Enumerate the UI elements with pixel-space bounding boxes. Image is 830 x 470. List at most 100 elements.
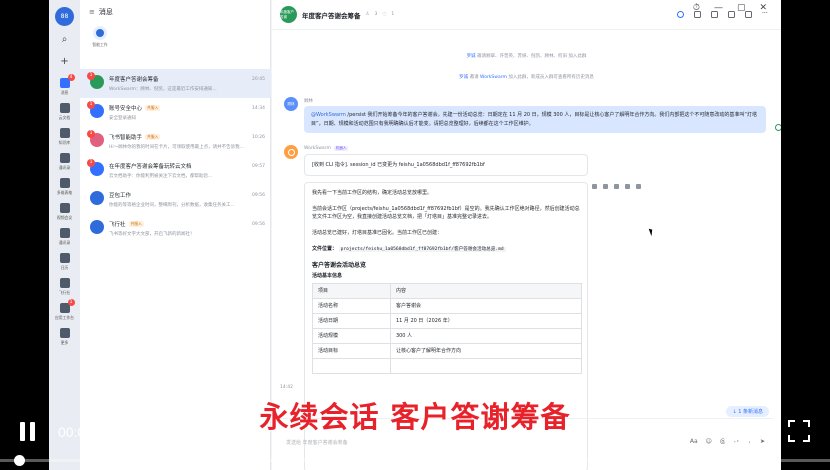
conversation-avatar — [90, 220, 104, 234]
window-control-icon[interactable]: — — [714, 3, 723, 14]
rail-item[interactable]: 知识库 — [49, 126, 80, 152]
message-actions — [592, 184, 641, 189]
table-cell: 300 人 — [389, 328, 583, 344]
table-header: 项目 — [312, 283, 391, 299]
rail-badge: 4 — [67, 74, 75, 81]
notice-inviter[interactable]: 罗诚 — [467, 54, 476, 59]
sender-avatar[interactable]: 顾林 — [284, 97, 298, 111]
conversation-time: 09:56 — [252, 221, 265, 227]
window-control-icon[interactable]: ✕ — [759, 3, 767, 14]
member-count[interactable]: 3 — [375, 12, 378, 17]
conversation-item[interactable]: 飞行社 共服入 09:56 飞书等好文字大文部，开启飞新的新闻社！ — [80, 214, 271, 243]
speed-button[interactable]: 倍速 — [722, 420, 756, 445]
bot-avatar[interactable] — [284, 145, 298, 159]
rail-label: 知识库 — [58, 140, 71, 145]
conversation-time: 14:34 — [252, 105, 265, 111]
forward-icon[interactable] — [614, 184, 619, 189]
window-control-icon[interactable]: ▢ — [737, 3, 746, 14]
mention[interactable]: @WorkSwarm — [311, 112, 346, 118]
rail-icon — [59, 278, 70, 288]
message-bubble[interactable]: @WorkSwarm /persist 我们开始筹备今年的客户答谢会。先建一份活… — [304, 106, 766, 133]
rail-item[interactable]: 1 应用工作台 — [49, 299, 80, 327]
conversation-item[interactable]: 1 账号安全中心 共服入 14:34 安全登录通知 — [80, 98, 271, 127]
list-title: 消息 — [98, 8, 113, 16]
search-icon[interactable]: ⌕ — [57, 32, 72, 47]
reply-icon[interactable] — [625, 184, 630, 189]
table-row: 活动目标 让核心客户了解明年合作方向 — [312, 343, 583, 359]
info-table: 项目 内容 活动名称 客户答谢会 活动日期 11 月 20 日（2026 年） 活动规模… — [312, 283, 583, 374]
conversation-item[interactable]: 1 年度客户答谢会筹备 20:45 WorkSwarm：顾林、倪凯，这是最近工作安排通… — [80, 69, 271, 98]
rail-item[interactable]: 日历 — [49, 251, 80, 277]
conversation-name: 飞行社 — [109, 222, 126, 228]
rail-item[interactable]: 通讯录 — [49, 226, 80, 252]
composer-tool-icon[interactable]: ☺ — [706, 438, 712, 445]
like-icon[interactable] — [592, 184, 597, 189]
file-path[interactable]: projects/feishu_1a0568dbd1f_ff87692fb1bf… — [338, 247, 506, 252]
rail-item[interactable]: 多维表格 — [49, 176, 80, 202]
table-cell: 让核心客户了解明年合作方向 — [389, 343, 583, 359]
rail-item[interactable]: 4 消息 — [49, 74, 80, 102]
file-label: 文件位置： — [312, 246, 338, 252]
conversation-item[interactable]: 1 在年度客户答谢会筹备玩转云文档 09:57 云文档助手：你能利用被关注下云文档，都… — [80, 156, 271, 185]
online-count: 1 — [391, 12, 395, 17]
user-avatar[interactable]: 88 — [55, 7, 74, 26]
progress-knob[interactable] — [14, 455, 25, 466]
notice-bot-link[interactable]: WorkSwarm — [480, 75, 507, 80]
reaction-icon[interactable] — [603, 184, 608, 189]
notice-inviter[interactable]: 罗诚 — [459, 75, 468, 80]
window-control-icon[interactable]: ⏱ — [693, 3, 700, 14]
rail-item[interactable]: 飞行社 — [49, 276, 80, 302]
table-cell: 11 月 20 日（2026 年） — [389, 313, 583, 329]
composer-tool-icon[interactable]: Aa — [690, 438, 698, 445]
rail-label: 日历 — [60, 265, 69, 270]
table-cell: 活动目标 — [312, 343, 391, 359]
fullscreen-icon[interactable] — [788, 420, 810, 442]
group-avatar[interactable]: 年度客户答谢 — [280, 6, 297, 23]
table-cell: 客户答谢会 — [389, 298, 583, 314]
add-icon[interactable]: + — [57, 54, 72, 69]
cli-reply-card[interactable]: [收到 CLI 指令]. session_id 已变更为 feishu_1a05… — [304, 154, 588, 176]
unread-badge: 1 — [87, 130, 95, 138]
bot-name[interactable]: WorkSwarm — [304, 146, 331, 151]
rail-item[interactable]: 通讯录 — [49, 151, 80, 177]
video-progress-bar[interactable] — [0, 459, 830, 462]
unread-badge: 1 — [87, 159, 95, 167]
rail-label: 云文档 — [58, 115, 71, 120]
table-cell — [312, 358, 391, 374]
list-menu-icon[interactable]: ≡ — [89, 8, 95, 16]
conversation-time: 20:45 — [252, 76, 265, 82]
rail-badge: 1 — [67, 299, 75, 306]
chat-title: 年度客户答谢会筹备 — [302, 11, 361, 20]
composer-tool-icon[interactable]: ➤ — [760, 438, 765, 445]
conversation-item[interactable]: 豆包工作 09:56 你能的等等格企业时间，整细周刊，分析数据，收集任务关工... — [80, 185, 271, 214]
conversation-name: 豆包工作 — [109, 193, 132, 199]
video-time: 00:00/01:47 — [58, 424, 132, 440]
rail-item[interactable]: 视频会议 — [49, 201, 80, 227]
more-actions-icon[interactable] — [636, 184, 641, 189]
smart-assist-icon[interactable] — [677, 11, 684, 18]
conversation-item[interactable]: 1 飞书智能助手 共服入 10:26 Hi～顾林你的我的时间在卡片，可领取使用最上点，请… — [80, 127, 271, 156]
rail-item[interactable]: 更多 — [49, 326, 80, 352]
bot-name-row: WorkSwarm 机器人 — [304, 146, 349, 151]
conversation-tag: 共服入 — [128, 221, 144, 227]
list-header: ≡ 消息 — [80, 0, 270, 24]
rail-label: 视频会议 — [56, 215, 73, 220]
composer-placeholder[interactable]: 发送给 年度客户答谢会筹备 — [286, 439, 348, 446]
pause-button[interactable] — [20, 422, 40, 442]
unread-badge: 1 — [87, 72, 95, 80]
conversation-avatar: 1 — [87, 130, 104, 147]
file-location: 文件位置： projects/feishu_1a0568dbd1f_ff8769… — [312, 245, 580, 254]
pinned-smart-work[interactable]: 智能工作 — [85, 26, 115, 48]
rail-icon — [59, 153, 70, 163]
member-count-icon[interactable]: ♙ — [366, 12, 370, 17]
cli-reply-text: [收到 CLI 指令]. session_id 已变更为 feishu_1a05… — [312, 162, 485, 168]
unread-badge: 1 — [87, 101, 95, 109]
reply-paragraph: 活动总览已建好，灯塔目基准已固化。当前工作区已创建： — [312, 230, 443, 236]
rail-icon: 1 — [59, 299, 75, 313]
bot-tag: 机器人 — [333, 146, 349, 151]
read-receipt-icon — [775, 124, 781, 131]
table-row: 活动规模 300 人 — [312, 328, 583, 344]
rail-item[interactable]: 云文档 — [49, 101, 80, 127]
message-text: /persist 我们开始筹备今年的客户答谢会。先建一份活动总览：日期定在 11… — [311, 112, 757, 127]
sender-name[interactable]: 顾林 — [304, 98, 313, 104]
